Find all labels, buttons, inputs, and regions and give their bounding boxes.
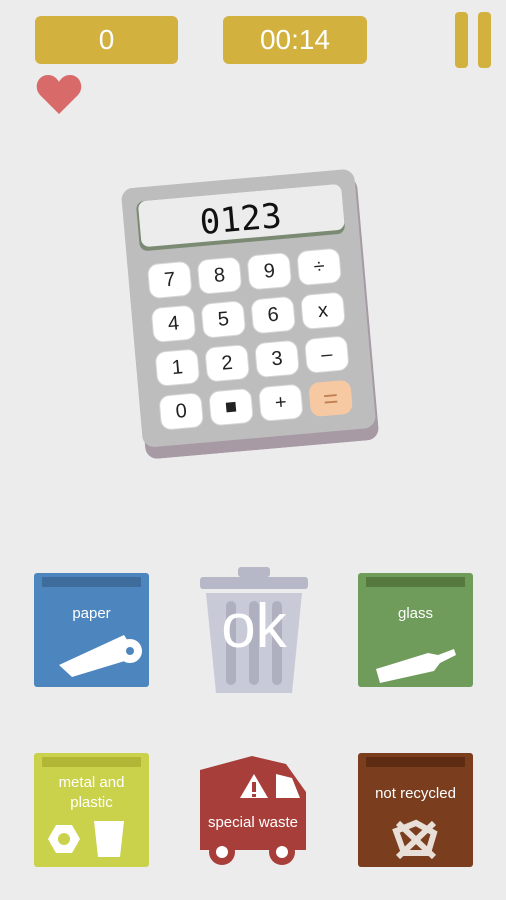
metal-plastic-bin[interactable]: metal and plastic: [34, 753, 149, 867]
calculator-item[interactable]: 0123 7 8 9 ÷ 4 5 6 x 1 2 3–0 ■ + =: [121, 168, 382, 460]
calc-key: 3: [270, 347, 284, 371]
calc-key: 5: [216, 307, 230, 331]
trash-bin[interactable]: ok: [200, 563, 308, 695]
calc-key: +: [274, 391, 288, 415]
calc-key: x: [317, 299, 329, 323]
calc-key: 1: [170, 356, 184, 380]
glass-bin[interactable]: glass: [358, 573, 473, 687]
calc-key: 7: [163, 268, 177, 292]
score-display: 0: [35, 16, 178, 64]
heart-icon: [36, 75, 82, 114]
paper-bin[interactable]: paper: [34, 573, 149, 687]
calc-key: 2: [220, 351, 234, 375]
paper-label: paper: [72, 605, 111, 622]
not-recycled-bin[interactable]: not recycled: [358, 753, 473, 867]
calc-key: 9: [262, 259, 276, 283]
not-recycled-label: not recycled: [375, 785, 456, 802]
metal-plastic-label: metal and plastic: [58, 774, 125, 811]
calc-key: =: [321, 382, 340, 414]
special-waste-label: special waste: [207, 814, 299, 831]
calc-key: –: [320, 343, 334, 366]
calc-key: 4: [167, 312, 181, 336]
calc-key: 8: [213, 264, 227, 288]
glass-label: glass: [397, 605, 434, 622]
ok-label: ok: [221, 592, 287, 661]
calc-key: 0: [174, 400, 188, 423]
timer-display: 00:14: [223, 16, 367, 64]
calc-key: ■: [224, 395, 239, 419]
pause-button[interactable]: [450, 8, 498, 72]
special-waste-bin[interactable]: special waste: [196, 752, 310, 870]
pause-icon: [455, 12, 468, 68]
calc-key: ÷: [312, 255, 326, 279]
cup-icon: [94, 821, 124, 857]
calc-key: 6: [266, 303, 280, 327]
